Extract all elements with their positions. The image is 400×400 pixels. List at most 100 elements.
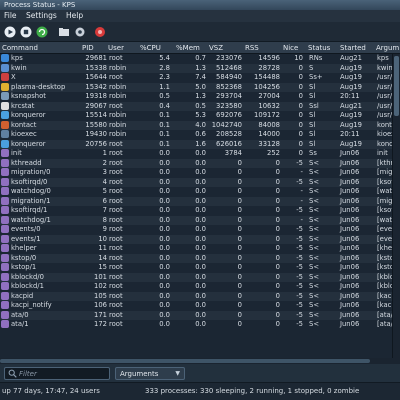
col-user[interactable]: User xyxy=(108,42,124,54)
col-arguments[interactable]: Argum xyxy=(376,42,399,54)
cell-command: kioexec xyxy=(11,130,37,138)
process-row[interactable]: migration/1 6root 0.0 0.0 0 0 -S< Jun06 [migra xyxy=(0,196,392,206)
gear-icon[interactable] xyxy=(74,26,86,38)
cell-status: S< xyxy=(309,225,320,233)
process-icon xyxy=(1,215,9,224)
cell-command: konqueror xyxy=(11,139,46,148)
filter-input[interactable]: Filter xyxy=(4,367,110,380)
stop-icon[interactable] xyxy=(20,26,32,38)
cell-command: watchdog/1 xyxy=(11,215,51,224)
process-row[interactable]: kacpid 105root 0.0 0.0 0 0 -5 S< Jun06 [kacpi xyxy=(0,291,392,301)
cell-cpu: 0.4 xyxy=(159,101,170,110)
process-row[interactable]: krcstat 29067 root 0.4 0.5 323580 10632 0 Ssl Aug… xyxy=(0,101,392,111)
cell-command: kthreadd xyxy=(11,158,42,167)
col-vsz[interactable]: VSZ xyxy=(209,42,223,54)
process-row[interactable]: ata/0 171root 0.0 0.0 0 0 -5 S< Jun06 [ata/0 xyxy=(0,310,392,320)
col-status[interactable]: Status xyxy=(308,42,330,54)
process-row[interactable]: kwin 15338 robin 2.8 1.3 512468 28728 0 S Aug19 kw… xyxy=(0,63,392,73)
cell-user: robin xyxy=(109,130,127,138)
process-row[interactable]: watchdog/0 5root 0.0 0.0 0 0 -S< Jun06 [watch xyxy=(0,187,392,197)
menu-file[interactable]: File xyxy=(4,10,17,22)
col-nice[interactable]: Nice xyxy=(283,42,298,54)
cell-cpu: 0.1 xyxy=(159,139,170,148)
cell-status: S< xyxy=(309,234,320,243)
cell-pid: 171 xyxy=(94,310,107,319)
vertical-scroll-thumb[interactable] xyxy=(394,56,399,116)
cell-status: S< xyxy=(309,168,320,176)
cell-nice: 0 xyxy=(298,101,303,110)
col-pid[interactable]: PID xyxy=(82,42,94,54)
cell-nice: - xyxy=(300,168,303,176)
cell-status: S< xyxy=(309,253,320,262)
cell-command: events/1 xyxy=(11,234,41,243)
vertical-scrollbar[interactable] xyxy=(392,54,400,358)
view-mode-select[interactable]: Arguments ▼ xyxy=(115,367,185,380)
refresh-icon[interactable] xyxy=(36,26,48,38)
process-row[interactable]: konqueror 20756 root 0.1 1.6 626016 33128 0 Sl Au… xyxy=(0,139,392,149)
cell-vsz: 0 xyxy=(237,244,242,252)
cell-cpu: 0.0 xyxy=(159,215,170,224)
process-row[interactable]: konqueror 15514 robin 0.1 5.3 692076 109172 0 Sl… xyxy=(0,111,392,121)
cell-arguments: konque xyxy=(377,139,392,148)
process-row[interactable]: ksnapshot 19318 robin 0.5 1.3 293704 27004 0 Sl 2… xyxy=(0,92,392,102)
process-row[interactable]: kstop/0 14root 0.0 0.0 0 0 -5 S< Jun06 [kstop xyxy=(0,253,392,263)
cell-status: S< xyxy=(309,310,320,319)
cell-vsz: 0 xyxy=(237,177,242,186)
process-row[interactable]: kacpi_notify 106 root 0.0 0.0 0 0 -5 S< Jun06 [kac… xyxy=(0,301,392,311)
process-row[interactable]: init 1 root 0.0 0.0 3784 252 0 Ss Jun06 init xyxy=(0,149,392,159)
cell-mem: 0.0 xyxy=(195,291,206,300)
cell-pid: 19430 xyxy=(85,130,107,138)
process-row[interactable]: events/0 9root 0.0 0.0 0 0 -5 S< Jun06 [event xyxy=(0,225,392,235)
process-row[interactable]: ata/1 172root 0.0 0.0 0 0 -5 S< Jun06 [ata/1 xyxy=(0,320,392,330)
process-row[interactable]: ksoftirqd/0 4root 0.0 0.0 0 0 -5 S< Jun06 [ksoft xyxy=(0,177,392,187)
process-list[interactable]: kps 29681 root 5.4 0.7 233076 14596 10 RNs Aug21 k… xyxy=(0,54,392,358)
cell-arguments: kontac xyxy=(377,120,392,129)
menu-help[interactable]: Help xyxy=(66,10,83,22)
record-icon[interactable] xyxy=(94,26,106,38)
cell-nice: -5 xyxy=(296,282,303,290)
folder-icon[interactable] xyxy=(58,26,70,38)
cell-nice: 0 xyxy=(298,63,303,72)
process-row[interactable]: kthreadd 2root 0.0 0.0 0 0 -5 S< Jun06 [kthre xyxy=(0,158,392,168)
process-row[interactable]: khelper 11root 0.0 0.0 0 0 -5 S< Jun06 [khelp xyxy=(0,244,392,254)
cell-command: kstop/1 xyxy=(11,263,37,271)
process-row[interactable]: migration/0 3root 0.0 0.0 0 0 -S< Jun06 [migra xyxy=(0,168,392,178)
menu-settings[interactable]: Settings xyxy=(26,10,57,22)
cell-vsz: 0 xyxy=(237,215,242,224)
cell-user: root xyxy=(109,282,123,290)
cell-user: robin xyxy=(109,63,127,72)
process-row[interactable]: X 15644 root 2.3 7.4 584940 154488 0 Ss+ Aug19/us… xyxy=(0,73,392,83)
process-row[interactable]: kblockd/0 101root 0.0 0.0 0 0 -5 S< Jun06 [kbloc xyxy=(0,272,392,282)
process-icon xyxy=(1,158,9,167)
col-started[interactable]: Started xyxy=(340,42,366,54)
process-row[interactable]: kontact 15580 robin 0.1 4.0 1042740 84008 0 Sl Au… xyxy=(0,120,392,130)
process-row[interactable]: kioexec 19430 robin 0.1 0.6 208528 14000 0 Sl 20:… xyxy=(0,130,392,140)
col-mem[interactable]: %Mem xyxy=(176,42,200,54)
process-row[interactable]: watchdog/1 8root 0.0 0.0 0 0 -S< Jun06 [watch xyxy=(0,215,392,225)
process-row[interactable]: kstop/1 15root 0.0 0.0 0 0 -5 S< Jun06 [kstop xyxy=(0,263,392,273)
col-cpu[interactable]: %CPU xyxy=(140,42,161,54)
cell-cpu: 0.0 xyxy=(159,272,170,281)
process-row[interactable]: plasma-desktop 15342 robin 1.1 5.0 852368 1042… xyxy=(0,82,392,92)
cell-vsz: 0 xyxy=(237,253,242,262)
process-row[interactable]: kblockd/1 102root 0.0 0.0 0 0 -5 S< Jun06 [kbloc xyxy=(0,282,392,292)
play-icon[interactable] xyxy=(4,26,16,38)
cell-started: Aug19 xyxy=(340,73,362,81)
col-command[interactable]: Command xyxy=(2,42,38,54)
process-row[interactable]: events/1 10root 0.0 0.0 0 0 -5 S< Jun06 [event xyxy=(0,234,392,244)
cell-nice: -5 xyxy=(296,301,303,309)
cell-rss: 0 xyxy=(275,282,280,290)
horizontal-scroll-thumb[interactable] xyxy=(0,359,370,363)
cell-command: init xyxy=(11,149,22,157)
process-row[interactable]: kps 29681 root 5.4 0.7 233076 14596 10 RNs Aug21 k… xyxy=(0,54,392,64)
cell-nice: 10 xyxy=(294,54,303,62)
cell-vsz: 0 xyxy=(237,320,242,328)
cell-arguments: [kbloc xyxy=(377,282,392,290)
cell-mem: 0.0 xyxy=(195,196,206,205)
col-rss[interactable]: RSS xyxy=(245,42,259,54)
process-icon xyxy=(1,196,9,205)
cell-mem: 0.0 xyxy=(195,234,206,243)
cell-status: Sl xyxy=(309,111,316,119)
process-row[interactable]: ksoftirqd/1 7root 0.0 0.0 0 0 -5 S< Jun06 [ksoft xyxy=(0,206,392,216)
cell-nice: 0 xyxy=(298,149,303,157)
